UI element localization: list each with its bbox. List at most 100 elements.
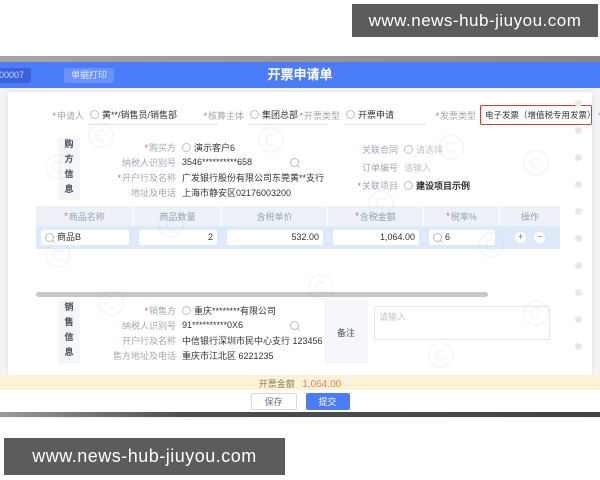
perforation-dot	[575, 289, 582, 296]
required-mark: *	[435, 111, 439, 121]
required-mark: *	[203, 111, 207, 121]
watermark-stamp	[523, 150, 549, 176]
field-label: 核算主体	[208, 111, 244, 121]
col-operation: 操作	[500, 206, 560, 226]
perforation-dot	[575, 154, 582, 161]
field-buyer-bank: *开户行及名称 广发银行股份有限公司东莞黄**支行	[82, 170, 324, 184]
bottom-edge-strip	[0, 412, 600, 417]
seller-name-value[interactable]: 重庆********有限公司	[182, 304, 276, 317]
required-mark: *	[144, 143, 148, 153]
perforation-dot	[575, 127, 582, 134]
col-product-name: *商品名称	[36, 206, 134, 226]
watermark-stamp	[258, 127, 284, 153]
field-label: 开户行及名称	[122, 336, 176, 346]
field-label: 开户行及名称	[122, 173, 176, 183]
watermark-box-top: www.news-hub-jiuyou.com	[352, 4, 598, 37]
watermark-url-text: www.news-hub-jiuyou.com	[369, 11, 582, 31]
billing-type-value[interactable]: 开票申请	[344, 106, 426, 125]
unit-price-input[interactable]: 532.00	[227, 230, 323, 245]
lookup-radio-icon	[182, 143, 191, 152]
field-label: 地址及电话	[131, 188, 176, 198]
watermark-stamp	[438, 134, 464, 160]
field-buyer-address: 地址及电话 上海市静安区02176003200	[82, 185, 291, 199]
field-label: 纳税人识别号	[122, 158, 176, 168]
field-label: 开票类型	[304, 111, 340, 121]
seller-bank-value[interactable]: 中信银行深圳市民中心支行 123456	[182, 334, 323, 347]
field-label: 购买方	[149, 143, 176, 153]
field-buyer-tax-id: 纳税人识别号 3546**********658	[82, 155, 252, 169]
watermark-url-text: www.news-hub-jiuyou.com	[32, 446, 257, 467]
search-icon[interactable]	[290, 158, 299, 167]
perforation-dot	[575, 100, 582, 107]
submit-button[interactable]: 提交	[306, 393, 350, 410]
action-button-row: 保存 提交	[0, 390, 600, 412]
col-unit-price: 含税单价	[222, 206, 328, 226]
related-project-value[interactable]: 建设项目示例	[404, 179, 470, 192]
perforation-dot	[575, 262, 582, 269]
lookup-radio-icon	[404, 145, 413, 154]
required-mark: *	[299, 111, 303, 121]
lookup-radio-icon	[346, 110, 355, 119]
field-seller-bank: 开户行及名称 中信银行深圳市民中心支行 123456	[82, 333, 323, 347]
remark-label-box: 备注	[324, 300, 368, 364]
col-tax-rate: *税率%	[424, 206, 500, 226]
field-seller-address: 售方地址及电话 重庆市江北区 6221235	[82, 348, 274, 362]
field-label: 销售方	[149, 306, 176, 316]
invoice-app-window: 00007 单据打印 开票申请单 *申请人 黄**/销售员/销售部 *核算主体 …	[0, 56, 600, 418]
required-mark: *	[52, 111, 56, 121]
remove-row-button[interactable]: −	[533, 231, 546, 244]
field-related-contract: 关联合同 请选择	[334, 142, 443, 156]
invoice-type-select[interactable]: 电子发票（增值税专用发票）	[480, 105, 592, 125]
watermark-stamp	[158, 212, 184, 238]
field-related-project: *关联项目 建设项目示例	[334, 178, 470, 192]
page-title: 开票申请单	[0, 62, 600, 88]
lookup-radio-icon	[404, 181, 413, 190]
lookup-radio-icon	[90, 110, 99, 119]
watermark-stamp	[208, 334, 234, 360]
perforation-dot	[575, 343, 582, 350]
total-amount: 1,064.00	[302, 379, 341, 390]
watermark-box-bottom: www.news-hub-jiuyou.com	[4, 438, 285, 475]
field-invoice-type: *发票类型 电子发票（增值税专用发票）	[426, 106, 592, 124]
perforation-dot	[575, 235, 582, 242]
field-applicant: *申请人 黄**/销售员/销售部	[32, 106, 218, 124]
buyer-tax-id-value[interactable]: 3546**********658	[182, 157, 252, 167]
invoice-form-card: *申请人 黄**/销售员/销售部 *核算主体 集团总部 *开票类型 开票申请 *…	[8, 92, 592, 375]
screenshot-stage: www.news-hub-jiuyou.com 00007 单据打印 开票申请单…	[0, 0, 600, 480]
field-label: 发票类型	[440, 111, 476, 121]
field-label: 订单编号	[362, 163, 398, 173]
watermark-stamp	[88, 122, 114, 148]
field-label: 关联项目	[362, 181, 398, 191]
watermark-stamp	[45, 242, 71, 268]
remark-label: 备注	[337, 326, 355, 339]
watermark-stamp	[523, 300, 549, 326]
header-bar: 00007 单据打印 开票申请单	[0, 62, 600, 88]
required-mark: *	[357, 181, 361, 191]
field-label: 纳税人识别号	[122, 321, 176, 331]
required-mark: *	[117, 173, 121, 183]
add-row-button[interactable]: +	[514, 231, 527, 244]
field-label: 申请人	[57, 111, 84, 121]
buyer-bank-value[interactable]: 广发银行股份有限公司东莞黄**支行	[182, 171, 324, 184]
search-icon[interactable]	[290, 321, 299, 330]
perforation-dot	[575, 181, 582, 188]
seller-section-strip: 销售信息	[58, 300, 80, 364]
seller-tax-id-value[interactable]: 91**********0X6	[182, 320, 243, 330]
lookup-radio-icon	[250, 110, 259, 119]
buyer-name-value[interactable]: 演示客户6	[182, 141, 235, 154]
field-billing-type: *开票类型 开票申请	[292, 106, 426, 124]
order-number-input[interactable]: 请输入	[404, 161, 431, 174]
field-order-number: 订单编号 请输入	[334, 160, 431, 174]
field-seller-tax-id: 纳税人识别号 91**********0X6	[82, 318, 243, 332]
buyer-address-value[interactable]: 上海市静安区02176003200	[182, 186, 291, 199]
watermark-stamp	[45, 154, 71, 180]
search-icon	[433, 233, 442, 242]
lookup-radio-icon	[182, 306, 191, 315]
search-icon	[45, 233, 54, 242]
amount-input[interactable]: 1,064.00	[333, 230, 419, 245]
field-label: 关联合同	[362, 145, 398, 155]
perforation-dot	[575, 316, 582, 323]
perforation-dot	[575, 208, 582, 215]
save-button[interactable]: 保存	[251, 393, 297, 410]
watermark-stamp	[98, 290, 124, 316]
